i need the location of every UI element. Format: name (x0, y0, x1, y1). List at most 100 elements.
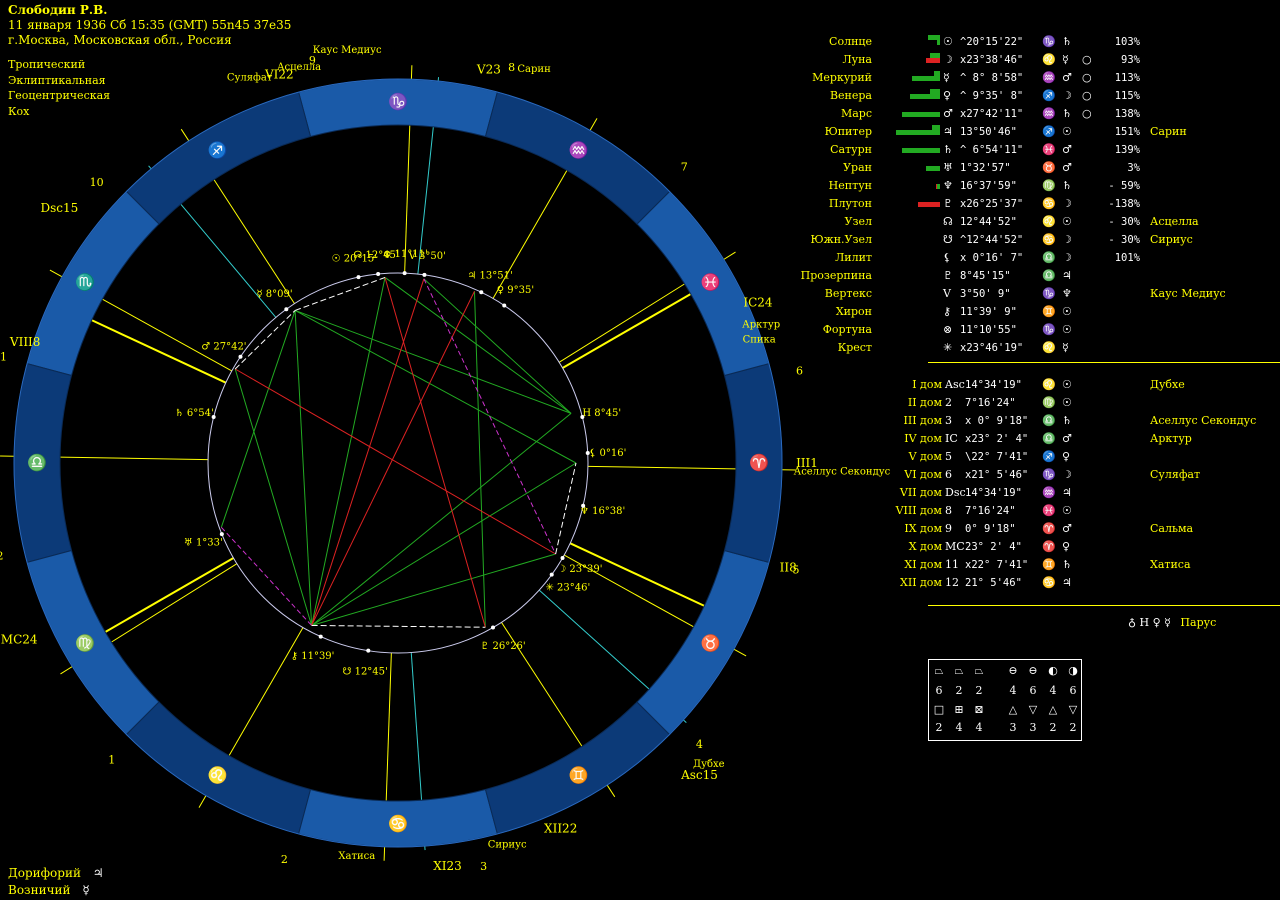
planet-row[interactable]: Марс ♂ x27°42'11" ♒ ♄ ○ 138% (790, 105, 1280, 123)
planet-glyph: ♅ (943, 161, 953, 174)
house-row[interactable]: XII дом 12 21° 5'46" ♋ ♃ (790, 574, 1280, 592)
planet-glyph: V (943, 287, 951, 300)
planet-position: 8°45'15" (960, 270, 1011, 282)
planet-row[interactable]: Хирон ⚷ 11°39' 9" ♊ ☉ (790, 303, 1280, 321)
element-glyph: □ (933, 703, 945, 716)
house-ruler: ♀ (1062, 540, 1071, 553)
planet-row[interactable]: Лилит ⚸ x 0°16' 7" ♎ ☽ 101% (790, 249, 1280, 267)
house-ruler: ☉ (1062, 504, 1072, 517)
planet-ruler: ☽ (1062, 251, 1072, 264)
house-row[interactable]: I дом Asc 14°34'19" ♌ ☉ Дубхе (790, 376, 1280, 394)
planet-percent: 151% (1114, 126, 1140, 138)
house-row[interactable]: X дом MC 23° 2' 4" ♈ ♀ (790, 538, 1280, 556)
element-count: 4 (1009, 684, 1017, 697)
planet-row[interactable]: Плутон ♇ x26°25'37" ♋ ☽ -138% (790, 195, 1280, 213)
element-count: 6 (1069, 684, 1077, 697)
planet-position: 3°50' 9" (960, 288, 1011, 300)
planet-glyph: ☽ (943, 53, 953, 66)
fixed-star-label: Дубхе (693, 759, 725, 770)
planet-row[interactable]: Меркурий ☿ ^ 8° 8'58" ♒ ♂ ○ 113% (790, 69, 1280, 87)
house-position: 14°34'19" (965, 379, 1022, 391)
house-row[interactable]: V дом 5 \22° 7'41" ♐ ♀ (790, 448, 1280, 466)
planet-ruler2: ○ (1082, 53, 1092, 66)
house-sign: ♍ (1042, 396, 1056, 409)
planet-sign: ♐ (1042, 125, 1056, 138)
house-row[interactable]: VIII дом 8 7°16'24" ♓ ☉ (790, 502, 1280, 520)
planet-row[interactable]: Сатурн ♄ ^ 6°54'11" ♓ ♂ 139% (790, 141, 1280, 159)
planet-ruler: ☽ (1062, 89, 1072, 102)
planet-dot (356, 275, 361, 280)
planet-row[interactable]: Южн.Узел ☋ ^12°44'52" ♋ ☽ - 30% Сириус (790, 231, 1280, 249)
planet-star: Сириус (1150, 233, 1193, 246)
house-sign: ♎ (1042, 414, 1056, 427)
house-ruler: ♄ (1062, 414, 1072, 427)
planet-dot (549, 572, 554, 577)
planet-row[interactable]: Уран ♅ 1°32'57" ♉ ♂ 3% (790, 159, 1280, 177)
planet-marker: ♆ 16°38' (580, 506, 625, 517)
house-row[interactable]: VI дом 6 x21° 5'46" ♑ ☽ Суляфат (790, 466, 1280, 484)
planet-glyph: ☋ (943, 233, 953, 246)
planet-glyph: ☉ (943, 35, 953, 48)
planet-sign: ♌ (1042, 215, 1056, 228)
planet-row[interactable]: Венера ♀ ^ 9°35' 8" ♐ ☽ ○ 115% (790, 87, 1280, 105)
house-row[interactable]: VII дом Dsc 14°34'19" ♒ ♃ (790, 484, 1280, 502)
planet-table: Солнце ☉ ^20°15'22" ♑ ♄ 103% Луна ☽ x23°38'46" ♌ ☿… (790, 33, 1280, 357)
planet-row[interactable]: Крест ✳ x23°46'19" ♌ ☿ (790, 339, 1280, 357)
planet-position: ^ 6°54'11" (960, 144, 1024, 156)
planet-row[interactable]: Узел ☊ 12°44'52" ♌ ☉ - 30% Асцелла (790, 213, 1280, 231)
planet-row[interactable]: Луна ☽ x23°38'46" ♌ ☿ ○ 93% (790, 51, 1280, 69)
planet-glyph: ♄ (943, 143, 953, 156)
house-name: V дом (908, 450, 942, 463)
planet-dot (580, 415, 585, 420)
planet-ruler2: ○ (1082, 107, 1092, 120)
planet-position: x23°46'19" (960, 342, 1024, 354)
planet-sign: ♋ (1042, 233, 1056, 246)
fixed-star-label: Спика (743, 335, 776, 346)
planet-sign: ♌ (1042, 53, 1056, 66)
house-row[interactable]: IV дом IC x23° 2' 4" ♎ ♂ Арктур (790, 430, 1280, 448)
house-cusp-tick (606, 784, 616, 798)
planet-row[interactable]: Солнце ☉ ^20°15'22" ♑ ♄ 103% (790, 33, 1280, 51)
planet-marker: ♇ 26°26' (480, 641, 525, 652)
planet-glyph: ⚷ (943, 305, 952, 318)
house-glyph: 3 (945, 414, 952, 427)
house-position: 7°16'24" (965, 505, 1016, 517)
natal-chart-wheel[interactable]: ♑♐♏♎♍♌♋♊♉♈♓♒ 123456789101112⊗ 11°11'☊ 12… (0, 0, 900, 900)
house-ruler: ☉ (1062, 396, 1072, 409)
house-row[interactable]: XI дом 11 x22° 7'41" ♊ ♄ Хатиса (790, 556, 1280, 574)
planet-name: Марс (840, 107, 872, 120)
house-row[interactable]: IX дом 9 0° 9'18" ♈ ♂ Сальма (790, 520, 1280, 538)
planet-position: 12°44'52" (960, 216, 1017, 228)
planet-dot (502, 303, 507, 308)
house-number: 12 (0, 550, 4, 563)
element-count: 6 (1029, 684, 1037, 697)
planet-row[interactable]: Нептун ♆ 16°37'59" ♍ ♄ - 59% (790, 177, 1280, 195)
cusp-label: Asc15 (680, 768, 718, 782)
planet-row[interactable]: Фортуна ⊗ 11°10'55" ♑ ☉ (790, 321, 1280, 339)
element-glyph: ⏢ (974, 664, 984, 677)
house-row[interactable]: II дом 2 7°16'24" ♍ ☉ (790, 394, 1280, 412)
planet-row[interactable]: Вертекс V 3°50' 9" ♑ ♆ Каус Медиус (790, 285, 1280, 303)
element-count: 2 (935, 721, 943, 734)
planet-name: Венера (829, 89, 872, 102)
planet-position: x26°25'37" (960, 198, 1024, 210)
cusp-label: MC24 (1, 633, 38, 647)
planet-row[interactable]: Юпитер ♃ 13°50'46" ♐ ☉ 151% Сарин (790, 123, 1280, 141)
house-table: I дом Asc 14°34'19" ♌ ☉ Дубхе II дом 2 7°16'24" ♍… (790, 376, 1280, 592)
house-cusp-tick (49, 269, 63, 278)
planet-percent: 101% (1114, 252, 1140, 264)
house-ruler: ♀ (1062, 450, 1071, 463)
planet-ruler: ☉ (1062, 305, 1072, 318)
planet-row[interactable]: Прозерпина ♇ 8°45'15" ♎ ♃ (790, 267, 1280, 285)
planet-sign: ♎ (1042, 269, 1056, 282)
house-position: 14°34'19" (965, 487, 1022, 499)
planet-star: Сарин (1150, 125, 1187, 138)
house-row[interactable]: III дом 3 x 0° 9'18" ♎ ♄ Аселлус Секондус (790, 412, 1280, 430)
house-ruler: ♃ (1062, 576, 1072, 589)
house-position: x 0° 9'18" (965, 415, 1029, 427)
angle-axis-line (104, 557, 234, 633)
planet-dot (422, 272, 427, 277)
house-number: 2 (281, 853, 288, 866)
planet-position: 16°37'59" (960, 180, 1017, 192)
planet-marker: ♄ 6°54' (175, 408, 214, 419)
